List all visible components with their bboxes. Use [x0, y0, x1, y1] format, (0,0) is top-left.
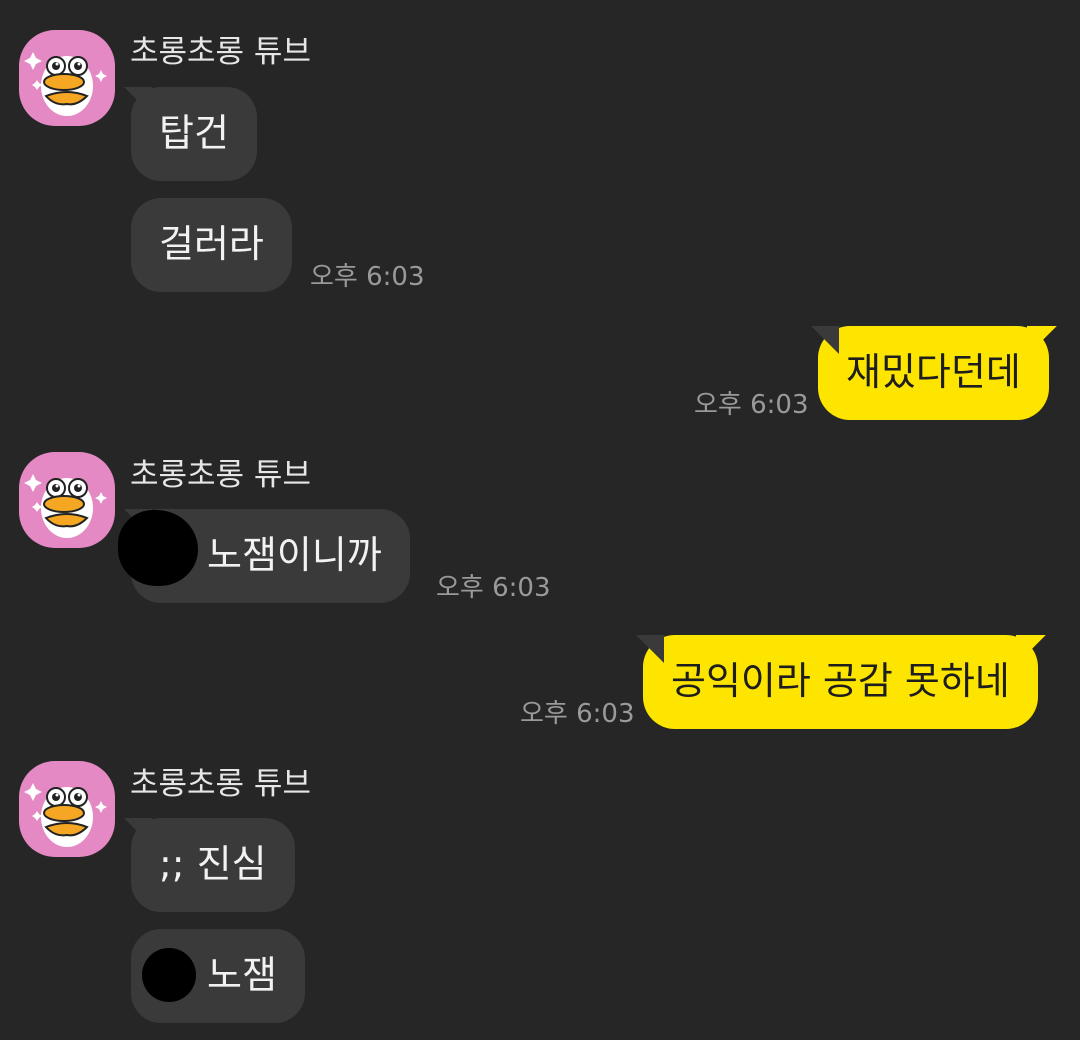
message-timestamp: 오후 6:03: [520, 699, 635, 729]
message-text: 노잼: [207, 953, 277, 997]
outgoing-message-bubble[interactable]: 재밌다던데: [818, 326, 1049, 420]
message-timestamp: 오후 6:03: [310, 262, 425, 292]
duck-avatar-icon: [24, 783, 107, 847]
message-text: 노잼이니까: [207, 533, 382, 577]
censor-scribble-icon: [142, 948, 196, 1002]
sender-name: 초롱초롱 튜브: [130, 457, 311, 493]
message-timestamp: 오후 6:03: [436, 573, 551, 603]
sender-avatar[interactable]: [19, 30, 115, 126]
sender-avatar[interactable]: [19, 761, 115, 857]
censor-scribble-icon: [118, 510, 198, 586]
duck-avatar-icon: [24, 52, 107, 116]
sender-avatar[interactable]: [19, 452, 115, 548]
sender-name: 초롱초롱 튜브: [130, 34, 311, 70]
message-bubble[interactable]: 탑건: [131, 87, 257, 181]
message-bubble[interactable]: 걸러라: [131, 198, 292, 292]
sender-name: 초롱초롱 튜브: [130, 766, 311, 802]
duck-avatar-icon: [24, 474, 107, 538]
message-bubble[interactable]: ;; 진심: [131, 818, 295, 912]
outgoing-message-bubble[interactable]: 공익이라 공감 못하네: [643, 635, 1038, 729]
message-timestamp: 오후 6:03: [694, 390, 809, 420]
